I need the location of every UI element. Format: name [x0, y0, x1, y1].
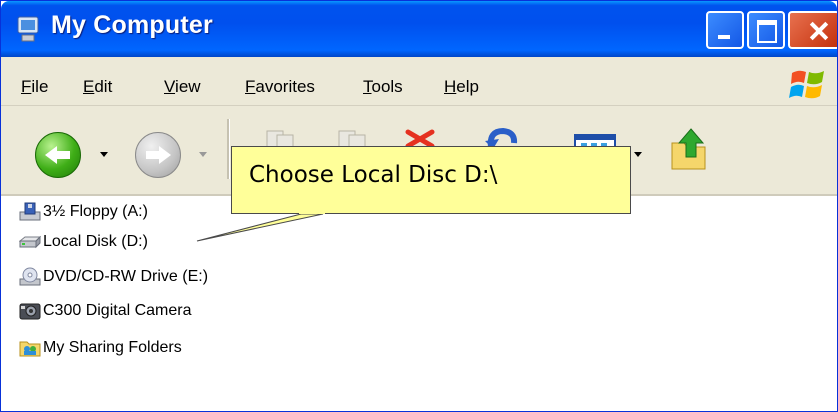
- menu-favorites[interactable]: Favorites: [245, 77, 315, 97]
- hard-disk-icon: [19, 235, 41, 249]
- item-label-local-disk: Local Disk (D:): [43, 233, 148, 250]
- window-title: My Computer: [51, 11, 213, 39]
- list-item-camera[interactable]: C300 Digital Camera: [19, 299, 192, 323]
- item-label-camera: C300 Digital Camera: [43, 302, 192, 319]
- callout-box: Choose Local Disc D:\: [231, 146, 631, 214]
- list-item-dvd-drive[interactable]: DVD/CD-RW Drive (E:): [19, 265, 208, 289]
- list-item-sharing-folders[interactable]: My Sharing Folders: [19, 336, 182, 360]
- list-item-local-disk[interactable]: Local Disk (D:): [19, 230, 148, 254]
- menu-edit[interactable]: Edit: [83, 77, 112, 97]
- title-bar[interactable]: My Computer: [1, 1, 837, 57]
- menu-view[interactable]: View: [164, 77, 201, 97]
- forward-button[interactable]: [135, 132, 181, 178]
- item-label-dvd-drive: DVD/CD-RW Drive (E:): [43, 268, 209, 285]
- menu-bar: File Edit View Favorites Tools Help: [1, 57, 837, 106]
- item-label-sharing-folders: My Sharing Folders: [43, 339, 182, 356]
- optical-drive-icon: [19, 267, 41, 286]
- explorer-window: My Computer File Edit View Favorites Too…: [0, 0, 838, 412]
- minimize-button[interactable]: [706, 11, 744, 49]
- list-item-floppy[interactable]: 3½ Floppy (A:): [19, 200, 148, 224]
- shared-folder-icon: [19, 341, 41, 357]
- floppy-drive-icon: [19, 202, 41, 221]
- toolbar-separator: [227, 119, 230, 179]
- menu-tools[interactable]: Tools: [363, 77, 403, 97]
- my-computer-icon: [17, 16, 39, 42]
- item-label-floppy: 3½ Floppy (A:): [43, 203, 148, 220]
- close-button[interactable]: [788, 11, 837, 49]
- up-folder-icon[interactable]: [669, 125, 709, 171]
- menu-file[interactable]: File: [21, 77, 48, 97]
- menu-help[interactable]: Help: [444, 77, 479, 97]
- forward-dropdown-icon[interactable]: [199, 152, 207, 157]
- camera-icon: [19, 303, 41, 320]
- windows-logo-icon: [789, 70, 824, 99]
- back-dropdown-icon[interactable]: [100, 152, 108, 157]
- views-dropdown-icon[interactable]: [634, 152, 642, 157]
- back-button[interactable]: [35, 132, 81, 178]
- maximize-button[interactable]: [747, 11, 785, 49]
- callout-text: Choose Local Disc D:\: [249, 162, 498, 188]
